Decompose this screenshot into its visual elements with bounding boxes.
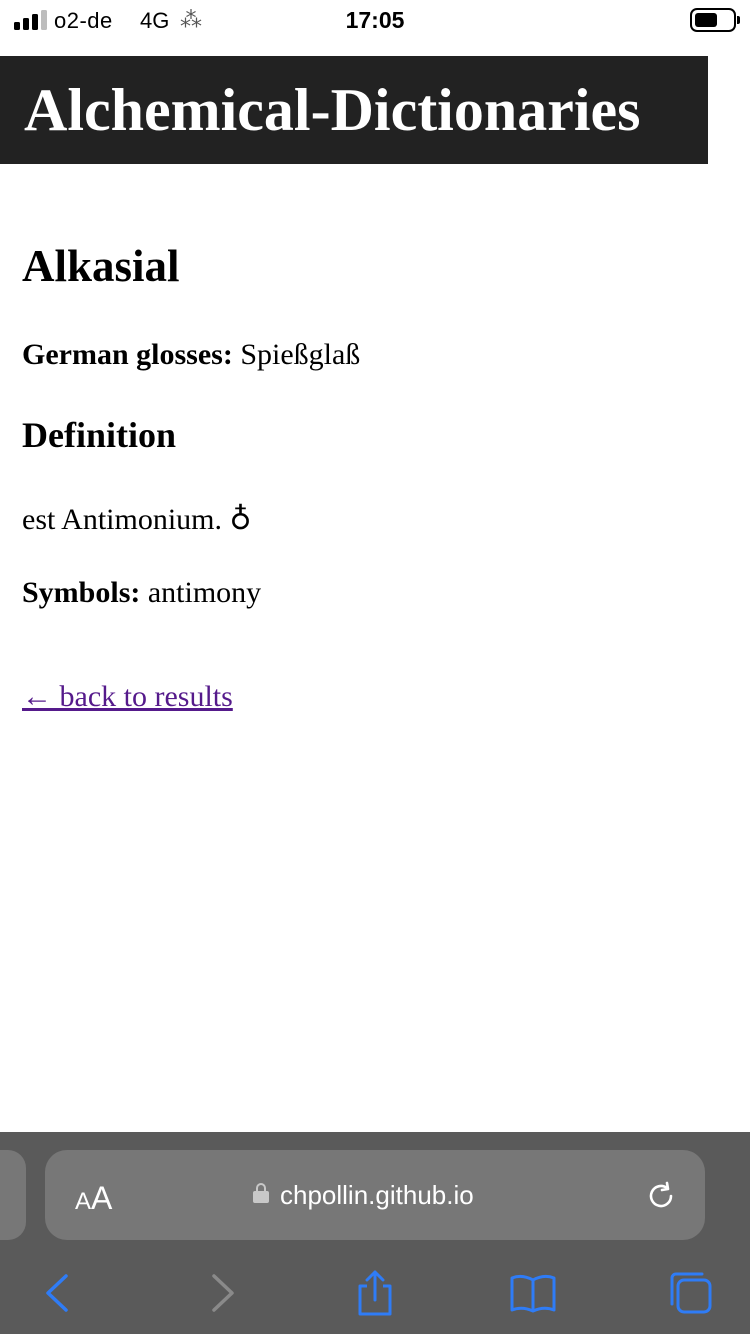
- reload-icon[interactable]: [645, 1180, 677, 1212]
- entry-title: Alkasial: [22, 241, 180, 291]
- lock-icon: [253, 1183, 269, 1203]
- german-glosses: German glosses: Spießglaß: [22, 338, 360, 372]
- symbols: Symbols: antimony: [22, 576, 261, 610]
- back-to-results-link[interactable]: ← back to results: [22, 680, 233, 714]
- status-time: 17:05: [345, 7, 405, 33]
- battery-icon: [690, 8, 740, 32]
- site-title[interactable]: Alchemical-Dictionaries: [24, 76, 641, 145]
- definition-heading: Definition: [22, 415, 177, 455]
- browser-toolbar: AA chpollin.github.io: [0, 1132, 750, 1334]
- tabs-icon[interactable]: [666, 1268, 716, 1318]
- browser-nav-row: [0, 1258, 750, 1324]
- glosses-label: German glosses:: [22, 338, 233, 371]
- address-bar[interactable]: AA chpollin.github.io: [45, 1150, 705, 1240]
- share-icon[interactable]: [350, 1268, 400, 1318]
- text-size-button[interactable]: AA: [75, 1180, 112, 1217]
- symbols-label: Symbols:: [22, 576, 141, 609]
- status-bar: o2-de 4G ⁂ 17:05: [0, 0, 750, 42]
- forward-icon[interactable]: [196, 1268, 246, 1318]
- symbols-value: antimony: [147, 576, 262, 609]
- url-text[interactable]: chpollin.github.io: [280, 1180, 474, 1211]
- back-icon[interactable]: [34, 1268, 84, 1318]
- definition-text: est Antimonium. ♁: [22, 503, 252, 536]
- bookmarks-icon[interactable]: [508, 1268, 558, 1318]
- glosses-value: Spießglaß: [240, 338, 361, 371]
- site-header: Alchemical-Dictionaries: [0, 56, 708, 164]
- previous-tab-peek[interactable]: [0, 1150, 26, 1240]
